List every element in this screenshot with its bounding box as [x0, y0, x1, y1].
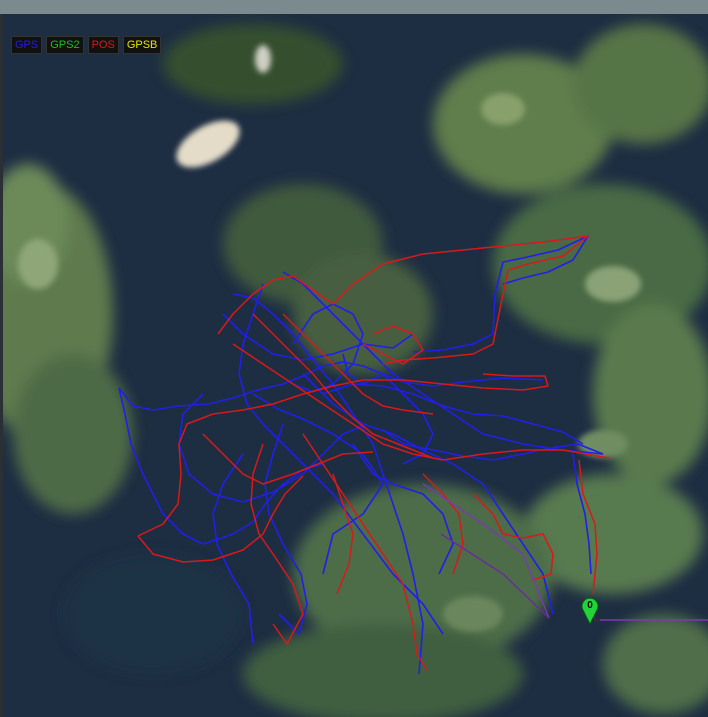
track-legend: GPS GPS2 POS GPSB	[11, 36, 162, 54]
marker-label: 0	[587, 600, 593, 611]
legend-pos[interactable]: POS	[87, 36, 119, 54]
legend-gps2[interactable]: GPS2	[46, 36, 84, 54]
home-marker[interactable]: 0	[580, 595, 604, 626]
legend-gps[interactable]: GPS	[11, 36, 43, 54]
map-pin-icon: 0	[581, 597, 604, 626]
map-canvas[interactable]	[3, 14, 708, 717]
window-top-bar	[0, 0, 708, 14]
satellite-map[interactable]: GPS GPS2 POS GPSB 0	[3, 14, 708, 717]
legend-gpsb[interactable]: GPSB	[122, 36, 162, 54]
